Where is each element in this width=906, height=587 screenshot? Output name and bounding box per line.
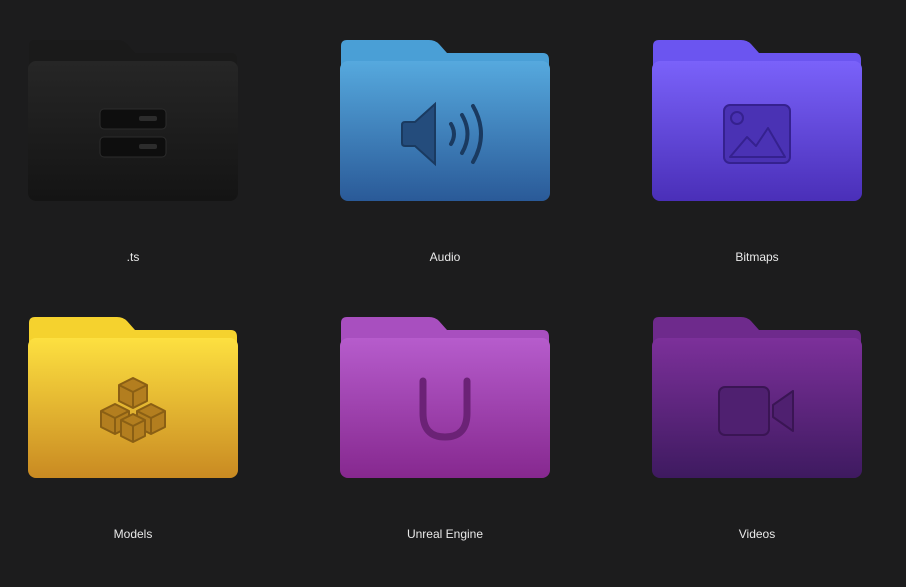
folder-label: Audio (429, 250, 461, 264)
folder-label: .ts (126, 250, 140, 264)
folder-icon (339, 40, 551, 202)
folder-label: Unreal Engine (406, 527, 484, 541)
folder-label: Models (113, 527, 153, 541)
folder-label: Bitmaps (735, 250, 779, 264)
server-icon (99, 108, 167, 158)
folder-label: Videos (738, 527, 776, 541)
folder-grid: .ts Audio Bitmaps Models Unreal Engine V… (0, 0, 906, 587)
speaker-icon (401, 101, 483, 167)
folder-icon (27, 317, 239, 479)
image-icon (723, 104, 791, 164)
video-camera-icon (718, 386, 794, 436)
folder-icon (339, 317, 551, 479)
folder-icon (651, 40, 863, 202)
cubes-icon (100, 377, 166, 443)
folder-icon (27, 40, 239, 202)
unreal-u-icon (419, 377, 471, 441)
folder-icon (651, 317, 863, 479)
